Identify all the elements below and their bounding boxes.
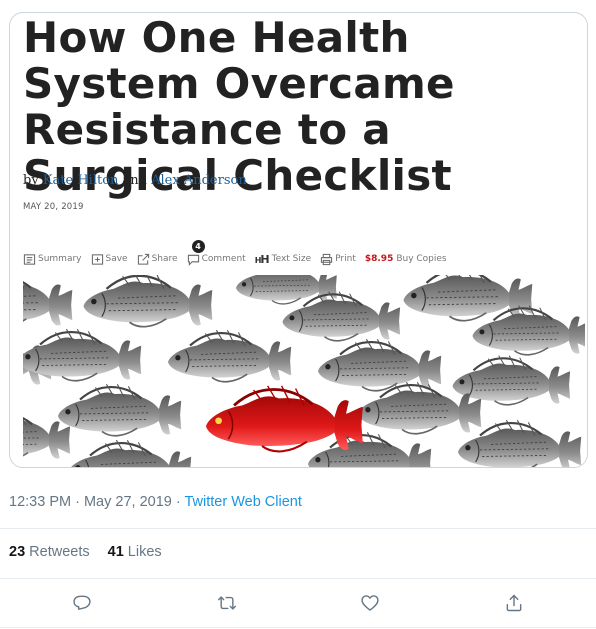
tweet-meta: 12:33 PM · May 27, 2019 · Twitter Web Cl… [9, 494, 302, 510]
share-tweet-icon [506, 594, 522, 612]
retweet-button[interactable] [214, 590, 240, 616]
divider [0, 528, 596, 529]
text-size-button[interactable]: HH Text Size [255, 253, 311, 266]
share-tweet-button[interactable] [501, 590, 527, 616]
comment-label: Comment [201, 254, 246, 264]
buy-copies-button[interactable]: $8.95 Buy Copies [365, 254, 447, 264]
divider [0, 627, 596, 628]
retweet-icon [217, 596, 237, 610]
summary-label: Summary [38, 254, 82, 264]
comment-icon [187, 254, 199, 266]
likes-label: Likes [127, 544, 162, 560]
tweet-client-link[interactable]: Twitter Web Client [184, 494, 301, 510]
share-button[interactable]: Share [137, 253, 178, 266]
share-icon [137, 253, 149, 265]
meta-separator: · [75, 494, 84, 510]
byline-and: and [122, 173, 147, 188]
author-link-2[interactable]: Alex Anderson [151, 173, 247, 188]
link-card[interactable]: How One Health System Overcame Resistanc… [9, 12, 588, 468]
print-icon [321, 253, 333, 265]
price: $8.95 [364, 254, 394, 264]
divider [0, 578, 596, 579]
reply-button[interactable] [69, 590, 95, 616]
save-icon [91, 253, 103, 265]
print-label: Print [335, 254, 356, 264]
article-toolbar: Summary Save Share 4 Comment HH Text Siz… [23, 239, 456, 269]
byline: by Kate Hilton and Alex Anderson [23, 173, 247, 188]
tweet-stats: 23 Retweets 41 Likes [9, 544, 162, 560]
tweet-time[interactable]: 12:33 PM [9, 494, 71, 510]
print-button[interactable]: Print [320, 253, 356, 266]
retweets-label: Retweets [29, 544, 90, 560]
article-date: MAY 20, 2019 [23, 202, 84, 212]
tweet-date[interactable]: May 27, 2019 [84, 494, 172, 510]
article-headline: How One Health System Overcame Resistanc… [23, 13, 455, 200]
buy-copies-label: Buy Copies [396, 254, 447, 264]
text-size-label: Text Size [271, 254, 312, 264]
author-link-1[interactable]: Kate Hilton [43, 173, 119, 188]
text-size-icon: HH [254, 252, 270, 266]
retweets-stat[interactable]: 23 Retweets [9, 544, 90, 560]
tweet-actions [0, 590, 596, 616]
retweets-count: 23 [9, 544, 26, 560]
likes-count: 41 [107, 544, 124, 560]
share-label: Share [151, 254, 178, 264]
article-image [23, 275, 585, 467]
reply-icon [73, 595, 91, 610]
like-icon [361, 595, 379, 611]
byline-prefix: by [23, 173, 39, 188]
red-fish [204, 384, 365, 453]
summary-icon [23, 253, 36, 265]
save-button[interactable]: Save [91, 253, 128, 266]
comment-button[interactable]: 4 Comment [187, 239, 246, 266]
save-label: Save [105, 254, 128, 264]
likes-stat[interactable]: 41 Likes [108, 544, 162, 560]
like-button[interactable] [357, 590, 383, 616]
summary-button[interactable]: Summary [23, 253, 82, 266]
comment-count-badge: 4 [191, 239, 205, 253]
